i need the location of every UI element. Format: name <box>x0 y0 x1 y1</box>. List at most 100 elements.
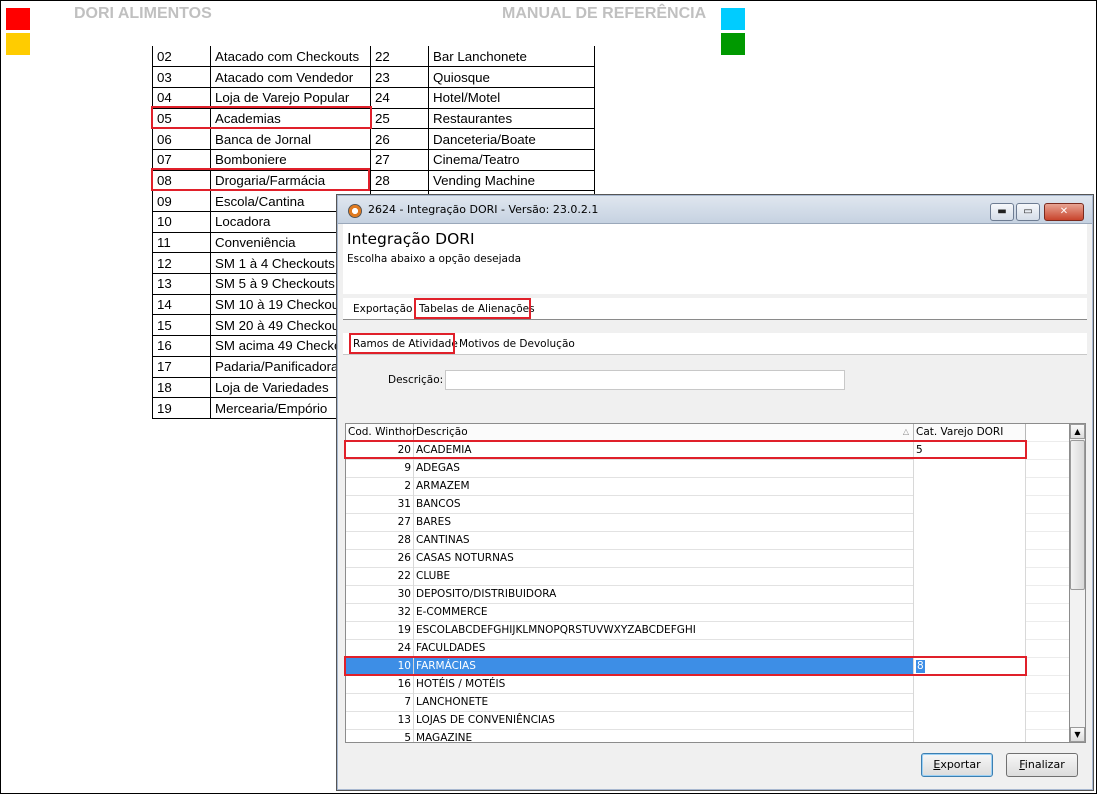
cell-descricao: ESCOLABCDEFGHIJKLMNOPQRSTUVWXYZABCDEFGHI <box>414 622 914 640</box>
cell-cat-varejo[interactable] <box>914 712 1026 730</box>
cell-descricao: ARMAZEM <box>414 478 914 496</box>
reference-cell: 09 <box>152 190 211 212</box>
reference-cell: Bar Lanchonete <box>428 46 595 68</box>
cell-descricao: HOTÉIS / MOTÉIS <box>414 676 914 694</box>
cell-cat-varejo[interactable] <box>914 478 1026 496</box>
scroll-thumb[interactable] <box>1070 440 1085 590</box>
table-row[interactable]: 30 DEPOSITO/DISTRIBUIDORA <box>346 586 1026 604</box>
cell-cod-winthor: 19 <box>346 622 414 640</box>
grid-empty-area <box>1026 424 1070 742</box>
reference-cell: 02 <box>152 46 211 68</box>
highlight-academias <box>151 106 372 129</box>
cell-cat-varejo[interactable] <box>914 694 1026 712</box>
col-header-descricao[interactable]: Descrição △ <box>414 424 914 441</box>
sort-asc-icon: △ <box>902 427 909 436</box>
reference-cell: 14 <box>152 293 211 316</box>
reference-cell: 04 <box>152 86 211 109</box>
cell-cod-winthor: 13 <box>346 712 414 730</box>
cell-cod-winthor: 22 <box>346 568 414 586</box>
subtab-motivos-devolucao[interactable]: Motivos de Devolução <box>459 338 575 350</box>
cell-descricao: BANCOS <box>414 496 914 514</box>
window-title: 2624 - Integração DORI - Versão: 23.0.2.… <box>368 203 599 216</box>
cell-cat-varejo[interactable] <box>914 586 1026 604</box>
reference-cell: 24 <box>370 86 429 109</box>
cell-cat-varejo[interactable] <box>914 622 1026 640</box>
reference-cell: 06 <box>152 128 211 150</box>
finalizar-label: inalizar <box>1024 758 1065 771</box>
cell-cat-varejo[interactable] <box>914 532 1026 550</box>
highlight-row-academia <box>344 440 1027 459</box>
table-row[interactable]: 31 BANCOS <box>346 496 1026 514</box>
table-row[interactable]: 28 CANTINAS <box>346 532 1026 550</box>
reference-cell: Hotel/Motel <box>428 86 595 109</box>
table-row[interactable]: 22 CLUBE <box>346 568 1026 586</box>
cell-cat-varejo[interactable] <box>914 604 1026 622</box>
yellow-square-icon <box>6 33 30 55</box>
reference-cell: 23 <box>370 66 429 88</box>
cell-cod-winthor: 26 <box>346 550 414 568</box>
cell-cat-varejo[interactable] <box>914 496 1026 514</box>
cell-cat-varejo[interactable] <box>914 514 1026 532</box>
reference-cell: Atacado com Checkouts <box>210 46 371 68</box>
reference-row: 04 Loja de Varejo Popular 24 Hotel/Motel <box>152 86 595 109</box>
cell-cod-winthor: 2 <box>346 478 414 496</box>
reference-cell: Vending Machine <box>428 169 595 192</box>
reference-cell: 13 <box>152 273 211 295</box>
table-row[interactable]: 32 E-COMMERCE <box>346 604 1026 622</box>
descricao-label: Descrição: <box>388 374 444 386</box>
cell-cod-winthor: 31 <box>346 496 414 514</box>
reference-cell: Restaurantes <box>428 107 595 130</box>
cell-cod-winthor: 7 <box>346 694 414 712</box>
title-bar[interactable]: 2624 - Integração DORI - Versão: 23.0.2.… <box>338 196 1092 224</box>
table-row[interactable]: 7 LANCHONETE <box>346 694 1026 712</box>
cell-cat-varejo[interactable] <box>914 460 1026 478</box>
reference-row: 06 Banca de Jornal 26 Danceteria/Boate <box>152 128 595 150</box>
table-row[interactable]: 2 ARMAZEM <box>346 478 1026 496</box>
table-row[interactable]: 19 ESCOLABCDEFGHIJKLMNOPQRSTUVWXYZABCDEFG… <box>346 622 1026 640</box>
red-square-icon <box>6 8 30 30</box>
restore-button[interactable]: ▭ <box>1016 203 1040 221</box>
descricao-input[interactable] <box>445 370 845 390</box>
col-header-cod[interactable]: Cod. Winthor <box>346 424 416 441</box>
minimize-button[interactable]: ▬ <box>990 203 1014 221</box>
reference-cell: 26 <box>370 128 429 150</box>
table-row[interactable]: 16 HOTÉIS / MOTÉIS <box>346 676 1026 694</box>
cell-cat-varejo[interactable] <box>914 730 1026 742</box>
cell-cod-winthor: 16 <box>346 676 414 694</box>
cell-cod-winthor: 30 <box>346 586 414 604</box>
table-row[interactable]: 5 MAGAZINE <box>346 730 1026 742</box>
reference-cell: Cinema/Teatro <box>428 148 595 171</box>
table-row[interactable]: 27 BARES <box>346 514 1026 532</box>
reference-row: 03 Atacado com Vendedor 23 Quiosque <box>152 66 595 88</box>
table-row[interactable]: 9 ADEGAS <box>346 460 1026 478</box>
cell-descricao: E-COMMERCE <box>414 604 914 622</box>
scroll-down-icon[interactable]: ▼ <box>1070 727 1085 742</box>
highlight-subtab-ramos <box>349 333 455 354</box>
cell-cat-varejo[interactable] <box>914 550 1026 568</box>
header-area: Integração DORI Escolha abaixo a opção d… <box>343 224 1087 294</box>
cell-descricao: CLUBE <box>414 568 914 586</box>
table-row[interactable]: 26 CASAS NOTURNAS <box>346 550 1026 568</box>
exportar-button[interactable]: Exportar <box>921 753 993 777</box>
cell-cod-winthor: 27 <box>346 514 414 532</box>
cyan-square-icon <box>721 8 745 30</box>
grid-scrollbar[interactable]: ▲ ▼ <box>1069 423 1086 743</box>
exportar-label: xportar <box>940 758 981 771</box>
tab-exportacao[interactable]: Exportação <box>353 303 412 315</box>
cell-cat-varejo[interactable] <box>914 676 1026 694</box>
reference-cell: Danceteria/Boate <box>428 128 595 150</box>
close-button[interactable]: ✕ <box>1044 203 1084 221</box>
table-row[interactable]: 13 LOJAS DE CONVENIÊNCIAS <box>346 712 1026 730</box>
reference-cell: 10 <box>152 211 211 233</box>
highlight-row-farmacias <box>344 656 1027 676</box>
page-subtitle: Escolha abaixo a opção desejada <box>347 253 522 265</box>
finalizar-button[interactable]: Finalizar <box>1006 753 1078 777</box>
reference-cell: 18 <box>152 376 211 399</box>
col-header-cat-varejo[interactable]: Cat. Varejo DORI <box>914 424 1026 441</box>
cell-cod-winthor: 9 <box>346 460 414 478</box>
reference-cell: 03 <box>152 66 211 88</box>
scroll-up-icon[interactable]: ▲ <box>1070 424 1085 439</box>
cell-cat-varejo[interactable] <box>914 568 1026 586</box>
highlight-tab-tabelas <box>414 298 531 319</box>
app-logo-icon <box>348 204 362 218</box>
